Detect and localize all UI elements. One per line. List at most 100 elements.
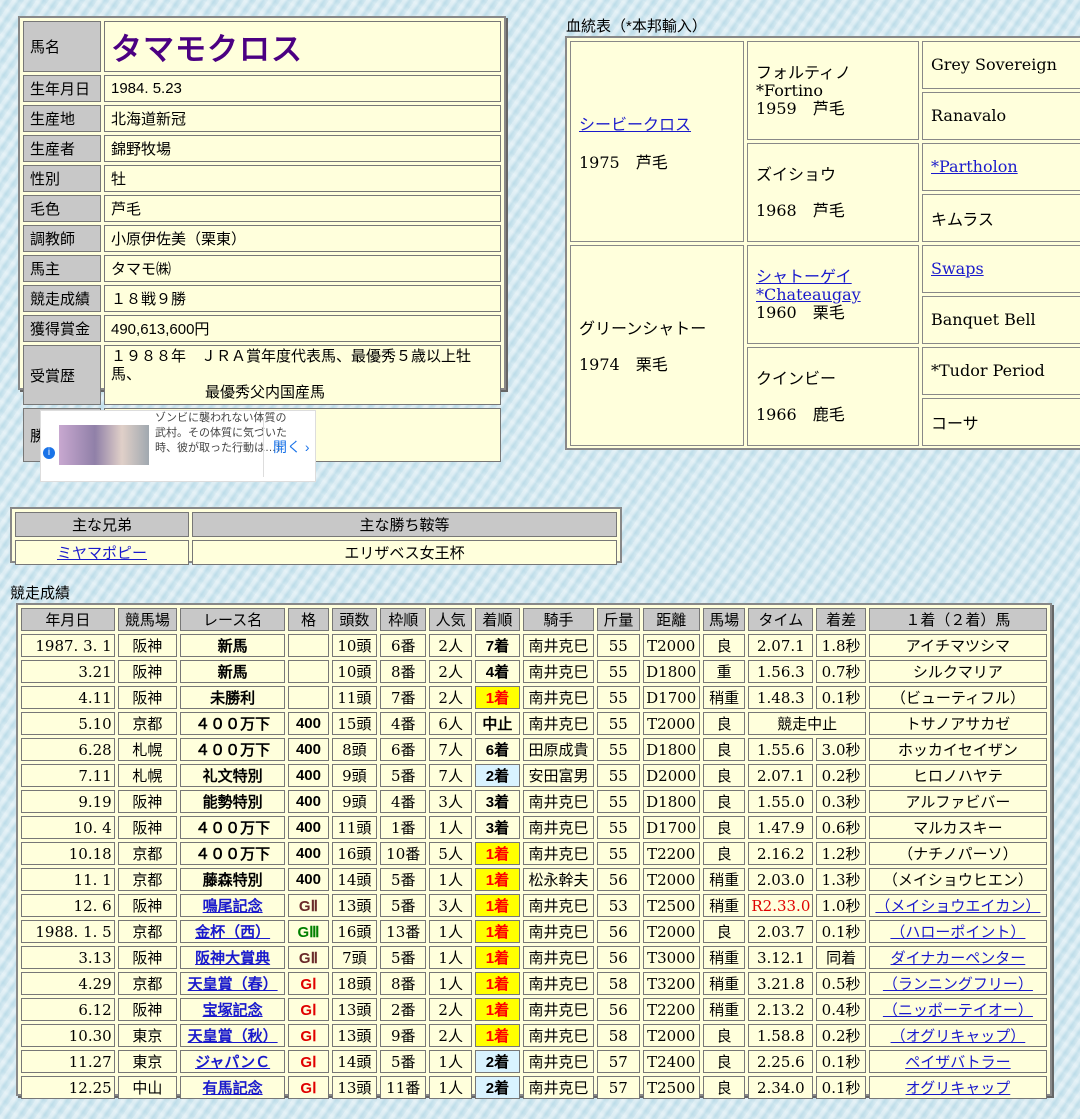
race-jockey: 南井克巳 — [522, 946, 595, 969]
race-winner[interactable]: ペイザバトラー — [868, 1050, 1047, 1073]
race-finish: 1着 — [474, 972, 520, 995]
profile-key: 競走成績 — [23, 285, 101, 312]
race-cell: 55 — [597, 738, 640, 761]
race-cell: 6番 — [379, 634, 427, 657]
race-margin: 0.7秒 — [816, 660, 866, 683]
race-grade: GⅠ — [288, 998, 329, 1021]
race-cell: 2人 — [429, 1024, 472, 1047]
race-cell: 13番 — [379, 920, 427, 943]
race-cell: 58 — [597, 972, 640, 995]
race-col-header: 格 — [288, 608, 329, 631]
race-cell: 13頭 — [331, 998, 377, 1021]
race-cell: 56 — [597, 998, 640, 1021]
race-name[interactable]: 金杯（西） — [180, 920, 286, 943]
race-finish: 4着 — [474, 660, 520, 683]
race-winner[interactable]: （ニッポーテイオー） — [868, 998, 1047, 1021]
race-cell: 8番 — [379, 660, 427, 683]
sire-dam-cell: ズイショウ 1968 芦毛 — [747, 143, 919, 242]
g-link[interactable]: Swaps — [931, 259, 984, 278]
profile-value: 錦野牧場 — [104, 135, 501, 162]
race-cell: 55 — [597, 764, 640, 787]
race-row: 10.18 京都 ４００万下 400 16頭 10番 5人 1着 南井克巳 55 T2200 良 2.1… — [21, 842, 1047, 865]
race-cell: T2200 — [642, 842, 700, 865]
race-finish: 1着 — [474, 686, 520, 709]
race-col-header: 枠順 — [379, 608, 427, 631]
race-jockey: 南井克巳 — [522, 972, 595, 995]
race-name[interactable]: 天皇賞（秋） — [180, 1024, 286, 1047]
race-time: 競走中止 — [748, 712, 866, 735]
race-name[interactable]: 阪神大賞典 — [180, 946, 286, 969]
race-cell: 2人 — [429, 634, 472, 657]
race-cell: 18頭 — [331, 972, 377, 995]
race-cell: 55 — [597, 660, 640, 683]
race-name[interactable]: 鳴尾記念 — [180, 894, 286, 917]
race-grade: GⅠ — [288, 1050, 329, 1073]
race-winner[interactable]: （ハローポイント） — [868, 920, 1047, 943]
race-winner[interactable]: ダイナカーペンター — [868, 946, 1047, 969]
race-grade: GⅠ — [288, 1024, 329, 1047]
g-cell: キムラス — [922, 194, 1080, 242]
race-course: 京都 — [117, 972, 178, 995]
race-col-header: レース名 — [180, 608, 286, 631]
race-winner[interactable]: （メイショウエイカン） — [868, 894, 1047, 917]
race-cell: 良 — [702, 1050, 746, 1073]
race-date: 3.13 — [21, 946, 115, 969]
race-cell: T2500 — [642, 1076, 700, 1099]
race-cell: 14頭 — [331, 868, 377, 891]
race-col-header: 年月日 — [21, 608, 115, 631]
race-finish: 6着 — [474, 738, 520, 761]
sire-link[interactable]: シービークロス — [579, 115, 691, 134]
race-cell: T2000 — [642, 868, 700, 891]
race-cell: 10頭 — [331, 660, 377, 683]
race-cell: 8番 — [379, 972, 427, 995]
race-cell: 良 — [702, 816, 746, 839]
race-cell: 良 — [702, 634, 746, 657]
race-winner[interactable]: （ランニングフリー） — [868, 972, 1047, 995]
race-name[interactable]: 宝塚記念 — [180, 998, 286, 1021]
race-col-header: 着差 — [816, 608, 866, 631]
race-cell: 55 — [597, 816, 640, 839]
profile-value: 490,613,600円 — [104, 315, 501, 342]
siblings-header: 主な兄弟 — [15, 512, 189, 537]
race-winner[interactable]: オグリキャップ — [868, 1076, 1047, 1099]
race-name[interactable]: 天皇賞（春） — [180, 972, 286, 995]
ad-open-button[interactable]: 開く › — [273, 437, 310, 457]
race-cell: 13頭 — [331, 1076, 377, 1099]
race-cell: 55 — [597, 634, 640, 657]
race-cell: 11番 — [379, 1076, 427, 1099]
profile-value: 1984. 5.23 — [104, 75, 501, 102]
g-cell: *Partholon — [922, 143, 1080, 191]
race-winner[interactable]: （オグリキャップ） — [868, 1024, 1047, 1047]
race-time: 2.07.1 — [748, 764, 814, 787]
race-cell: 5番 — [379, 868, 427, 891]
race-cell: 11頭 — [331, 816, 377, 839]
race-col-header: 競馬場 — [117, 608, 178, 631]
race-name: ４００万下 — [180, 816, 286, 839]
race-name[interactable]: 有馬記念 — [180, 1076, 286, 1099]
race-finish: 2着 — [474, 1076, 520, 1099]
info-icon[interactable]: i — [43, 447, 55, 459]
race-jockey: 南井克巳 — [522, 1076, 595, 1099]
race-cell: 57 — [597, 1076, 640, 1099]
race-time: 2.16.2 — [748, 842, 814, 865]
race-grade: 400 — [288, 842, 329, 865]
race-time: 1.48.3 — [748, 686, 814, 709]
race-name[interactable]: ジャパンＣ — [180, 1050, 286, 1073]
profile-row: 毛色 芦毛 — [23, 195, 501, 222]
ad-banner[interactable]: i ゾンビに襲われない体質の武村。その体質に気づいた時、彼が取った行動は…！ 開… — [40, 410, 316, 482]
ad-image[interactable] — [59, 425, 149, 465]
race-date: 11.27 — [21, 1050, 115, 1073]
sibling-link[interactable]: ミヤマポピー — [57, 545, 147, 562]
dam-sire-link-en[interactable]: *Chateaugay — [756, 285, 861, 304]
race-cell: T2000 — [642, 712, 700, 735]
race-cell: 5人 — [429, 842, 472, 865]
race-cell: 1番 — [379, 816, 427, 839]
race-date: 10.18 — [21, 842, 115, 865]
race-cell: 9頭 — [331, 790, 377, 813]
profile-key: 生産者 — [23, 135, 101, 162]
race-cell: 55 — [597, 686, 640, 709]
dam-sire-link[interactable]: シャトーゲイ — [756, 267, 852, 286]
race-course: 東京 — [117, 1024, 178, 1047]
g-link[interactable]: *Partholon — [931, 157, 1018, 176]
race-finish: 1着 — [474, 998, 520, 1021]
